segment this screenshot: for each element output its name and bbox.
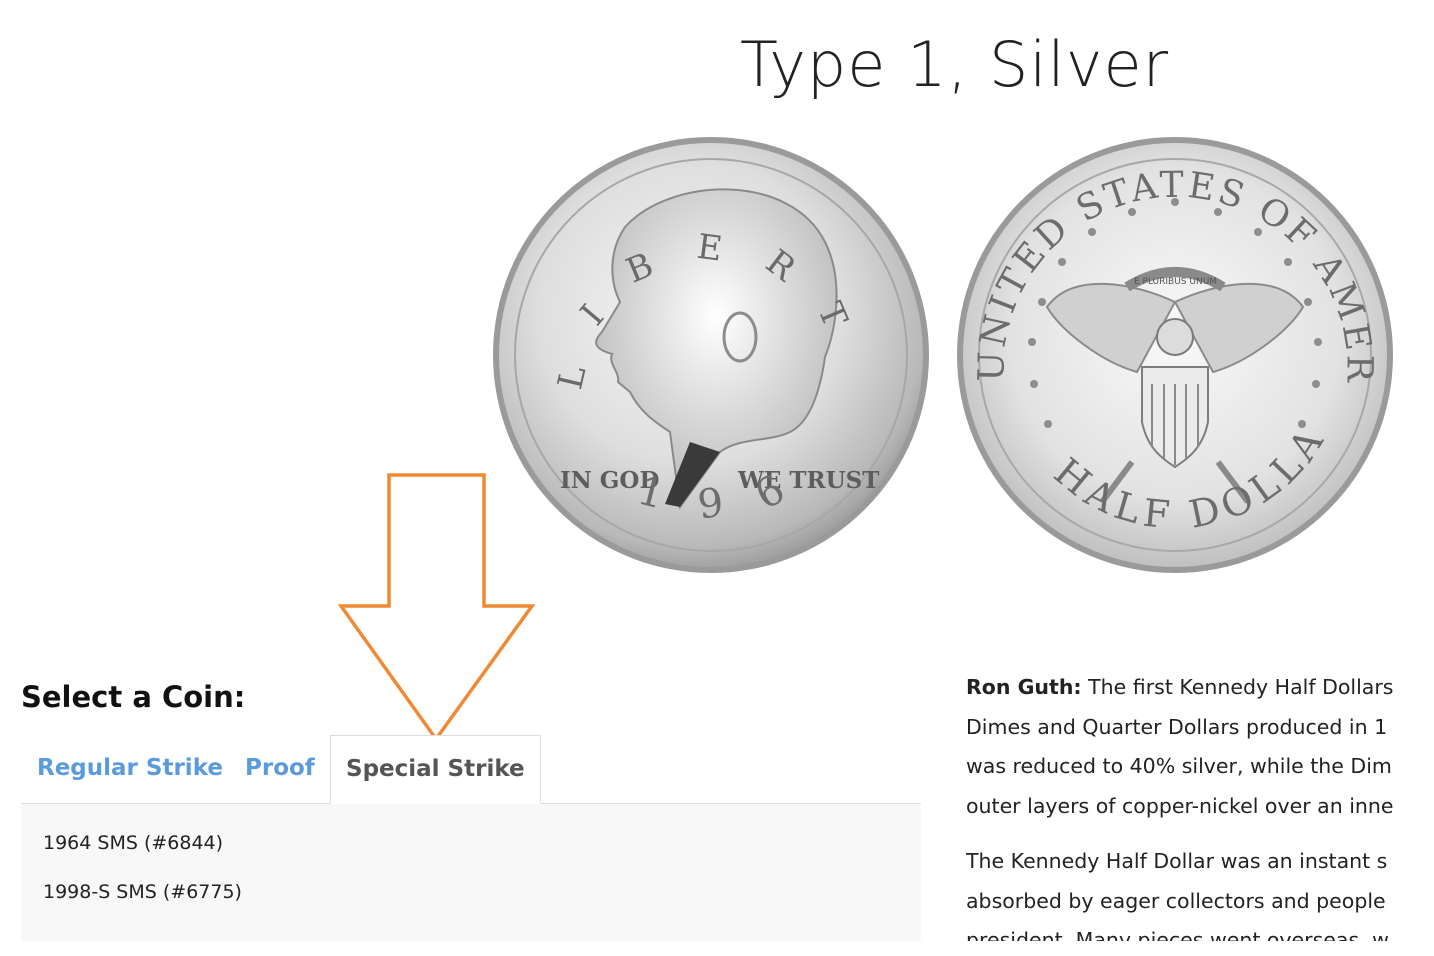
select-coin-heading: Select a Coin: (21, 680, 246, 714)
coin-list-item[interactable]: 1998-S SMS (#6775) (43, 881, 242, 903)
coin-obverse-image: LIBERTY IN GOD WE TRUST 1964 (490, 132, 929, 573)
down-arrow-annotation (338, 473, 536, 743)
strike-type-tabs: Regular Strike Proof Special Strike (21, 735, 921, 804)
author-name: Ron Guth: (966, 675, 1082, 699)
tab-proof[interactable]: Proof (245, 735, 315, 802)
article-line: Ron Guth: The first Kennedy Half Dollars (966, 668, 1414, 708)
coin-description: Ron Guth: The first Kennedy Half Dollars… (966, 668, 1414, 941)
article-line: Dimes and Quarter Dollars produced in 1 (966, 714, 1388, 739)
ribbon-motto: E PLURIBUS UNUM (1134, 277, 1217, 287)
coin-list-item[interactable]: 1964 SMS (#6844) (43, 832, 223, 854)
article-line: The Kennedy Half Dollar was an instant s (966, 849, 1388, 873)
tab-special-strike[interactable]: Special Strike (330, 735, 541, 804)
coin-list-panel: 1964 SMS (#6844) 1998-S SMS (#6775) (21, 804, 921, 941)
tab-regular-strike[interactable]: Regular Strike (37, 735, 223, 802)
article-text: The first Kennedy Half Dollars (1088, 675, 1394, 699)
article-line: absorbed by eager collectors and people (966, 888, 1386, 913)
article-line: was reduced to 40% silver, while the Dim (966, 754, 1392, 778)
coin-reverse-image: E PLURIBUS UNUM UNITED STATES OF AMERICA… (952, 132, 1393, 573)
article-line: outer layers of copper-nickel over an in… (966, 793, 1394, 818)
page-title: Type 1, Silver (740, 28, 1170, 101)
article-line: president. Many pieces went overseas, w (966, 928, 1389, 941)
